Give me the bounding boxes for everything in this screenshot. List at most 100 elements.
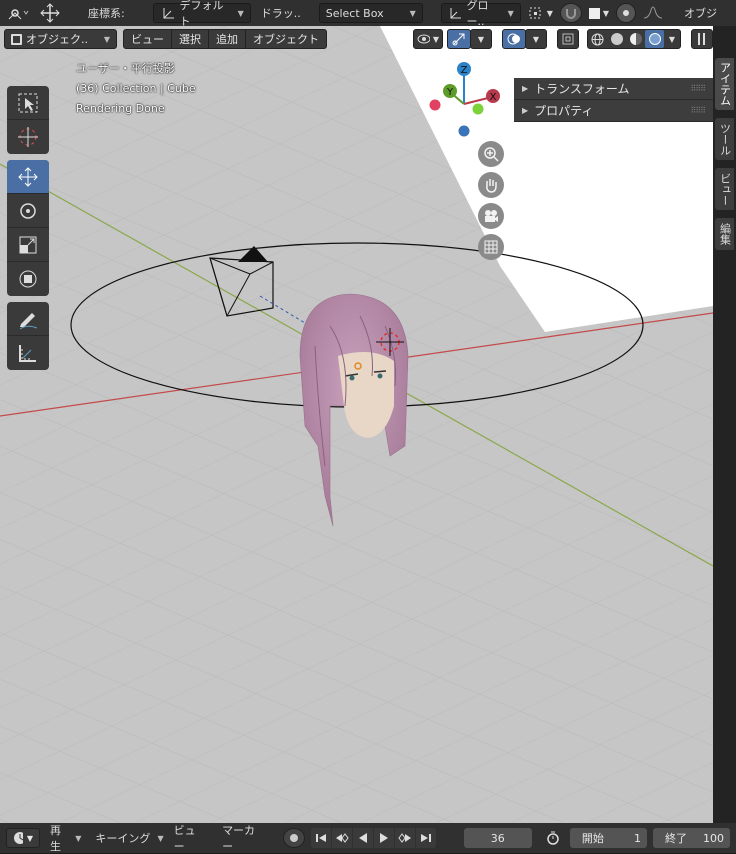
expand-arrow-icon: ▶: [522, 106, 529, 115]
transform-section-header[interactable]: ▶ トランスフォーム ⠿⠿⠿: [514, 78, 713, 100]
overlay-toggle-button[interactable]: [502, 29, 526, 49]
visibility-dropdown[interactable]: ▼: [413, 29, 443, 49]
gizmo-toggle-button[interactable]: [447, 29, 471, 49]
object-mode-icon: [11, 33, 22, 45]
clock-icon: [14, 832, 23, 844]
measure-tool[interactable]: [7, 336, 49, 370]
toggle-sidebar-button[interactable]: [691, 29, 713, 49]
wireframe-sphere-icon: [591, 33, 604, 45]
render-status: Rendering Done: [76, 102, 165, 115]
viewport-header: オブジェク.. ▼ ビュー 選択 追加 オブジェクト: [4, 28, 327, 50]
cursor-icon: [18, 127, 38, 147]
next-keyframe-button[interactable]: [394, 828, 415, 848]
camera-view-button[interactable]: [478, 203, 504, 229]
global-axis-icon: [450, 8, 461, 19]
select-mode-dropdown[interactable]: Select Box ▼: [318, 3, 423, 23]
end-value: 100: [702, 831, 724, 845]
tab-edit[interactable]: 編集: [715, 218, 734, 250]
material-shading-button[interactable]: [626, 30, 645, 48]
neg-z-handle[interactable]: [458, 125, 470, 137]
play-reverse-button[interactable]: [352, 828, 373, 848]
tab-tool[interactable]: ツール: [715, 118, 734, 160]
play-button[interactable]: [373, 828, 394, 848]
view-name: ユーザー・平行投影: [76, 62, 175, 75]
neg-y-handle[interactable]: [472, 103, 484, 115]
transform-pivot-button[interactable]: [4, 3, 32, 23]
playback-controls: [310, 828, 436, 848]
proportional-edit-button[interactable]: [616, 3, 637, 23]
end-frame-field[interactable]: 終了 100: [652, 828, 730, 848]
rotate-tool[interactable]: [7, 194, 49, 228]
grid-icon: [484, 240, 498, 254]
drag-grip-icon[interactable]: ⠿⠿⠿: [690, 106, 706, 115]
chevron-down-icon: ▼: [157, 833, 164, 843]
xray-icon: [562, 33, 574, 45]
transform-tool-group: [7, 160, 49, 296]
scale-icon: [19, 236, 37, 253]
preview-range-button[interactable]: [542, 828, 564, 848]
collection-info: (36) Collection | Cube: [76, 82, 196, 95]
interaction-mode-dropdown[interactable]: オブジェク.. ▼: [4, 29, 117, 49]
start-value: 1: [633, 831, 641, 845]
current-frame-field[interactable]: 36: [463, 828, 532, 848]
wireframe-shading-button[interactable]: [588, 30, 607, 48]
jump-start-button[interactable]: [310, 828, 331, 848]
drag-grip-icon[interactable]: ⠿⠿⠿: [690, 84, 706, 93]
gizmo-dropdown[interactable]: ▼: [470, 29, 492, 49]
auto-keying-button[interactable]: [282, 828, 305, 848]
select-box-tool[interactable]: [7, 86, 49, 120]
jump-end-button[interactable]: [415, 828, 436, 848]
marker-menu[interactable]: マーカー: [222, 822, 263, 854]
hand-icon: [486, 179, 497, 193]
tab-item[interactable]: アイテム: [715, 58, 734, 110]
orientation-icon: [163, 8, 174, 19]
falloff-dropdown[interactable]: [640, 3, 668, 23]
navigation-gizmo[interactable]: Z X Y: [424, 56, 508, 144]
stopwatch-icon: [547, 831, 559, 845]
snap-toggle-button[interactable]: [559, 3, 582, 23]
zoom-icon: [484, 147, 499, 162]
menu-object[interactable]: オブジェクト: [246, 30, 326, 48]
rendered-sphere-icon: [648, 33, 661, 45]
playback-menu[interactable]: 再生 ▼: [46, 824, 85, 853]
drag-label: ドラッ..: [260, 7, 301, 20]
editor-type-dropdown[interactable]: ▼: [6, 828, 40, 848]
rendered-shading-button[interactable]: [645, 30, 664, 48]
chevron-down-icon: ▼: [103, 34, 110, 44]
falloff-curve-icon: [643, 6, 663, 19]
gizmo-icon: [452, 33, 465, 46]
menu-add[interactable]: 追加: [209, 30, 246, 48]
view-menu[interactable]: ビュー: [174, 822, 204, 854]
move-gizmo-icon[interactable]: [36, 3, 64, 23]
start-frame-field[interactable]: 開始 1: [569, 828, 647, 848]
drag-dropdown[interactable]: ドラッ..: [255, 3, 311, 23]
pause-bars-icon: [698, 33, 705, 45]
coordinate-system-dropdown[interactable]: デフォルト ▼: [152, 0, 251, 28]
xray-toggle-button[interactable]: [557, 29, 579, 49]
ortho-toggle-button[interactable]: [478, 234, 504, 260]
prev-keyframe-button[interactable]: [331, 828, 352, 848]
properties-section-header[interactable]: ▶ プロパティ ⠿⠿⠿: [514, 100, 713, 122]
zoom-button[interactable]: [478, 141, 504, 167]
transform-orientation-dropdown[interactable]: グロー.. ▼: [440, 0, 521, 28]
snap-element-dropdown[interactable]: ▼: [586, 3, 612, 23]
cursor-tool[interactable]: [7, 120, 49, 154]
transform-tool[interactable]: [7, 262, 49, 296]
annotate-tool[interactable]: [7, 302, 49, 336]
overlay-options-label[interactable]: オブジ: [678, 5, 723, 21]
pan-button[interactable]: [478, 172, 504, 198]
menu-view[interactable]: ビュー: [124, 30, 172, 48]
menu-select[interactable]: 選択: [172, 30, 209, 48]
shading-dropdown[interactable]: ▼: [664, 30, 680, 48]
move-tool[interactable]: [7, 160, 49, 194]
keying-menu[interactable]: キーイング ▼: [91, 828, 167, 848]
neg-x-handle[interactable]: [429, 99, 441, 111]
snap-target-button[interactable]: ▼: [525, 3, 556, 23]
overlay-dropdown[interactable]: ▼: [525, 29, 547, 49]
camera-icon: [485, 210, 498, 222]
select-mode-value: Select Box: [325, 6, 384, 20]
tab-view[interactable]: ビュー: [715, 168, 734, 210]
scale-tool[interactable]: [7, 228, 49, 262]
solid-shading-button[interactable]: [607, 30, 626, 48]
3d-viewport[interactable]: オブジェク.. ▼ ビュー 選択 追加 オブジェクト ▼ ▼ ▼ ▼ ユーザー・…: [0, 26, 713, 823]
